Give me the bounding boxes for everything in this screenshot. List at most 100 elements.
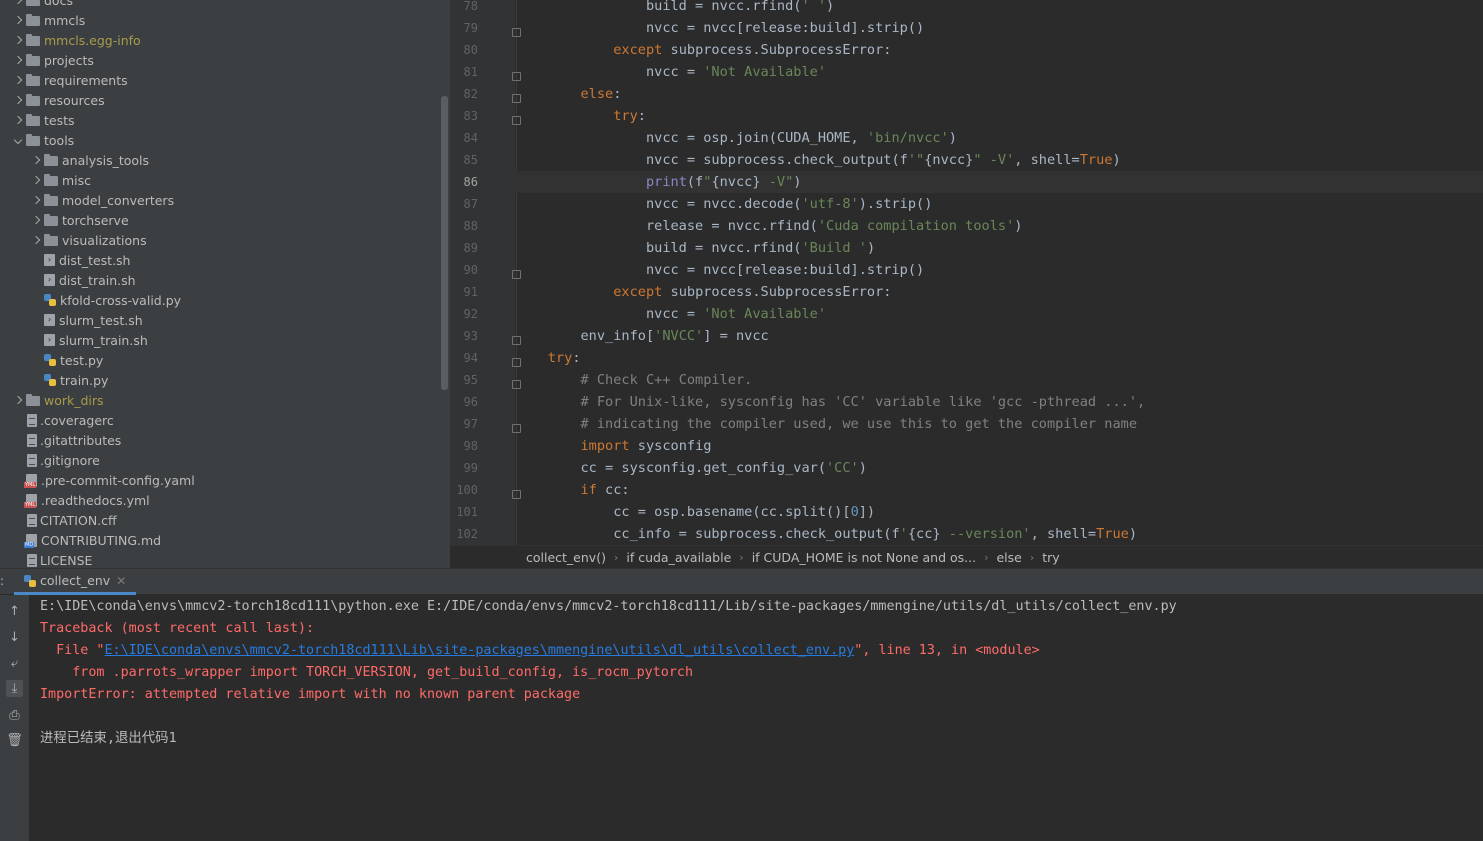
tree-item[interactable]: tests [0,110,450,130]
tree-item[interactable]: CITATION.cff [0,510,450,530]
chevron-right-icon[interactable] [30,235,42,246]
chevron-right-icon[interactable] [12,95,24,106]
code-line[interactable]: nvcc = subprocess.check_output(f'"{nvcc}… [515,149,1483,171]
tree-item[interactable]: requirements [0,70,450,90]
run-tab-collect-env[interactable]: collect_env ✕ [14,569,137,595]
scroll-to-end-icon[interactable]: ⤓ [6,680,23,697]
line-number: 83 [463,109,478,123]
chevron-right-icon[interactable] [30,215,42,226]
shell-script-icon: › [44,274,55,286]
code-line[interactable]: except subprocess.SubprocessError: [515,281,1483,303]
close-tab-icon[interactable]: ✕ [116,574,126,588]
chevron-right-icon[interactable] [30,155,42,166]
tree-item[interactable]: mmcls [0,10,450,30]
tree-item[interactable]: projects [0,50,450,70]
code-line[interactable]: if cc: [515,479,1483,501]
code-token: build = nvcc.rfind( [515,0,802,14]
breadcrumb-item[interactable]: else [996,550,1021,565]
code-line[interactable]: build = nvcc.rfind(' ') [515,0,1483,17]
tree-item[interactable]: .coveragerc [0,410,450,430]
tree-item[interactable]: CONTRIBUTING.md [0,530,450,550]
chevron-right-icon[interactable] [12,55,24,66]
code-line[interactable]: print(f"{nvcc} -V") [515,171,1483,193]
code-token: try [613,108,638,124]
tree-item-label: work_dirs [44,392,104,408]
project-tree-scrollbar[interactable] [441,96,448,390]
code-line[interactable]: try: [515,105,1483,127]
tree-item-label: .pre-commit-config.yaml [41,472,195,488]
chevron-right-icon[interactable] [12,35,24,46]
tree-item[interactable]: torchserve [0,210,450,230]
code-line[interactable]: import sysconfig [515,435,1483,457]
print-icon[interactable]: ⎙ [6,707,23,724]
line-number: 97 [463,417,478,431]
code-token: 'Cuda compilation tools' [817,218,1015,234]
code-line[interactable]: # For Unix-like, sysconfig has 'CC' vari… [515,391,1483,413]
breadcrumb-item[interactable]: try [1042,550,1059,565]
code-line[interactable]: try: [515,347,1483,369]
chevron-right-icon[interactable] [12,15,24,26]
tree-item[interactable]: model_converters [0,190,450,210]
code-line[interactable]: cc_info = subprocess.check_output(f'{cc}… [515,523,1483,545]
chevron-right-icon[interactable] [12,395,24,406]
code-line[interactable]: # Check C++ Compiler. [515,369,1483,391]
code-line[interactable]: cc = sysconfig.get_config_var('CC') [515,457,1483,479]
soft-wrap-icon[interactable]: ⤶ [6,655,23,672]
code-line[interactable]: nvcc = nvcc[release:build].strip() [515,259,1483,281]
code-line[interactable]: nvcc = nvcc.decode('utf-8').strip() [515,193,1483,215]
tree-item[interactable]: misc [0,170,450,190]
code-line[interactable]: cc = osp.basename(cc.split()[0]) [515,501,1483,523]
chevron-right-icon[interactable] [30,175,42,186]
chevron-right-icon[interactable] [12,115,24,126]
tree-item[interactable]: docs [0,0,450,10]
tree-item[interactable]: work_dirs [0,390,450,410]
code-line[interactable]: else: [515,83,1483,105]
tree-item[interactable]: test.py [0,350,450,370]
breadcrumb-item[interactable]: collect_env() [526,550,606,565]
run-console-output[interactable]: E:\IDE\conda\envs\mmcv2-torch18cd111\pyt… [29,595,1483,841]
code-token: env_info[ [515,328,655,344]
chevron-right-icon[interactable] [12,75,24,86]
tree-item[interactable]: mmcls.egg-info [0,30,450,50]
tree-item[interactable]: › slurm_train.sh [0,330,450,350]
code-line[interactable]: nvcc = 'Not Available' [515,61,1483,83]
chevron-right-icon[interactable] [30,195,42,206]
code-line[interactable]: release = nvcc.rfind('Cuda compilation t… [515,215,1483,237]
code-line[interactable]: # indicating the compiler used, we use t… [515,413,1483,435]
code-line[interactable]: nvcc = 'Not Available' [515,303,1483,325]
arrow-up-icon[interactable]: ↑ [6,603,23,620]
code-line[interactable]: build = nvcc.rfind('Build ') [515,237,1483,259]
tree-item[interactable]: analysis_tools [0,150,450,170]
tree-item[interactable]: train.py [0,370,450,390]
tree-item[interactable]: kfold-cross-valid.py [0,290,450,310]
tree-item[interactable]: tools [0,130,450,150]
tree-item[interactable]: › slurm_test.sh [0,310,450,330]
breadcrumb-item[interactable]: if cuda_available [626,550,731,565]
tree-item[interactable]: .gitignore [0,450,450,470]
line-number: 92 [463,307,478,321]
chevron-down-icon[interactable] [12,135,24,146]
trash-icon[interactable]: 🗑 [6,732,23,749]
tree-item-label: slurm_train.sh [59,332,148,348]
arrow-down-icon[interactable]: ↓ [6,629,23,646]
code-line[interactable]: nvcc = nvcc[release:build].strip() [515,17,1483,39]
tree-item[interactable]: .gitattributes [0,430,450,450]
tree-item[interactable]: › dist_train.sh [0,270,450,290]
breadcrumb-item[interactable]: if CUDA_HOME is not None and os... [752,550,976,565]
line-number: 101 [456,505,478,519]
tree-item[interactable]: .readthedocs.yml [0,490,450,510]
line-number: 93 [463,329,478,343]
tree-item[interactable]: resources [0,90,450,110]
console-file-link[interactable]: E:\IDE\conda\envs\mmcv2-torch18cd111\Lib… [105,643,855,658]
tree-item[interactable]: .pre-commit-config.yaml [0,470,450,490]
tree-item[interactable]: visualizations [0,230,450,250]
chevron-right-icon[interactable] [12,0,24,6]
tree-item[interactable]: LICENSE [0,550,450,568]
tree-item[interactable]: › dist_test.sh [0,250,450,270]
code-editor[interactable]: 78 79 80 81 82 83 84 85 86 87 88 89 90 91 92 93 94 95 96 97… [450,0,1483,545]
code-line[interactable]: env_info['NVCC'] = nvcc [515,325,1483,347]
shell-script-icon: › [44,254,55,266]
code-line[interactable]: except subprocess.SubprocessError: [515,39,1483,61]
code-line[interactable]: nvcc = osp.join(CUDA_HOME, 'bin/nvcc') [515,127,1483,149]
